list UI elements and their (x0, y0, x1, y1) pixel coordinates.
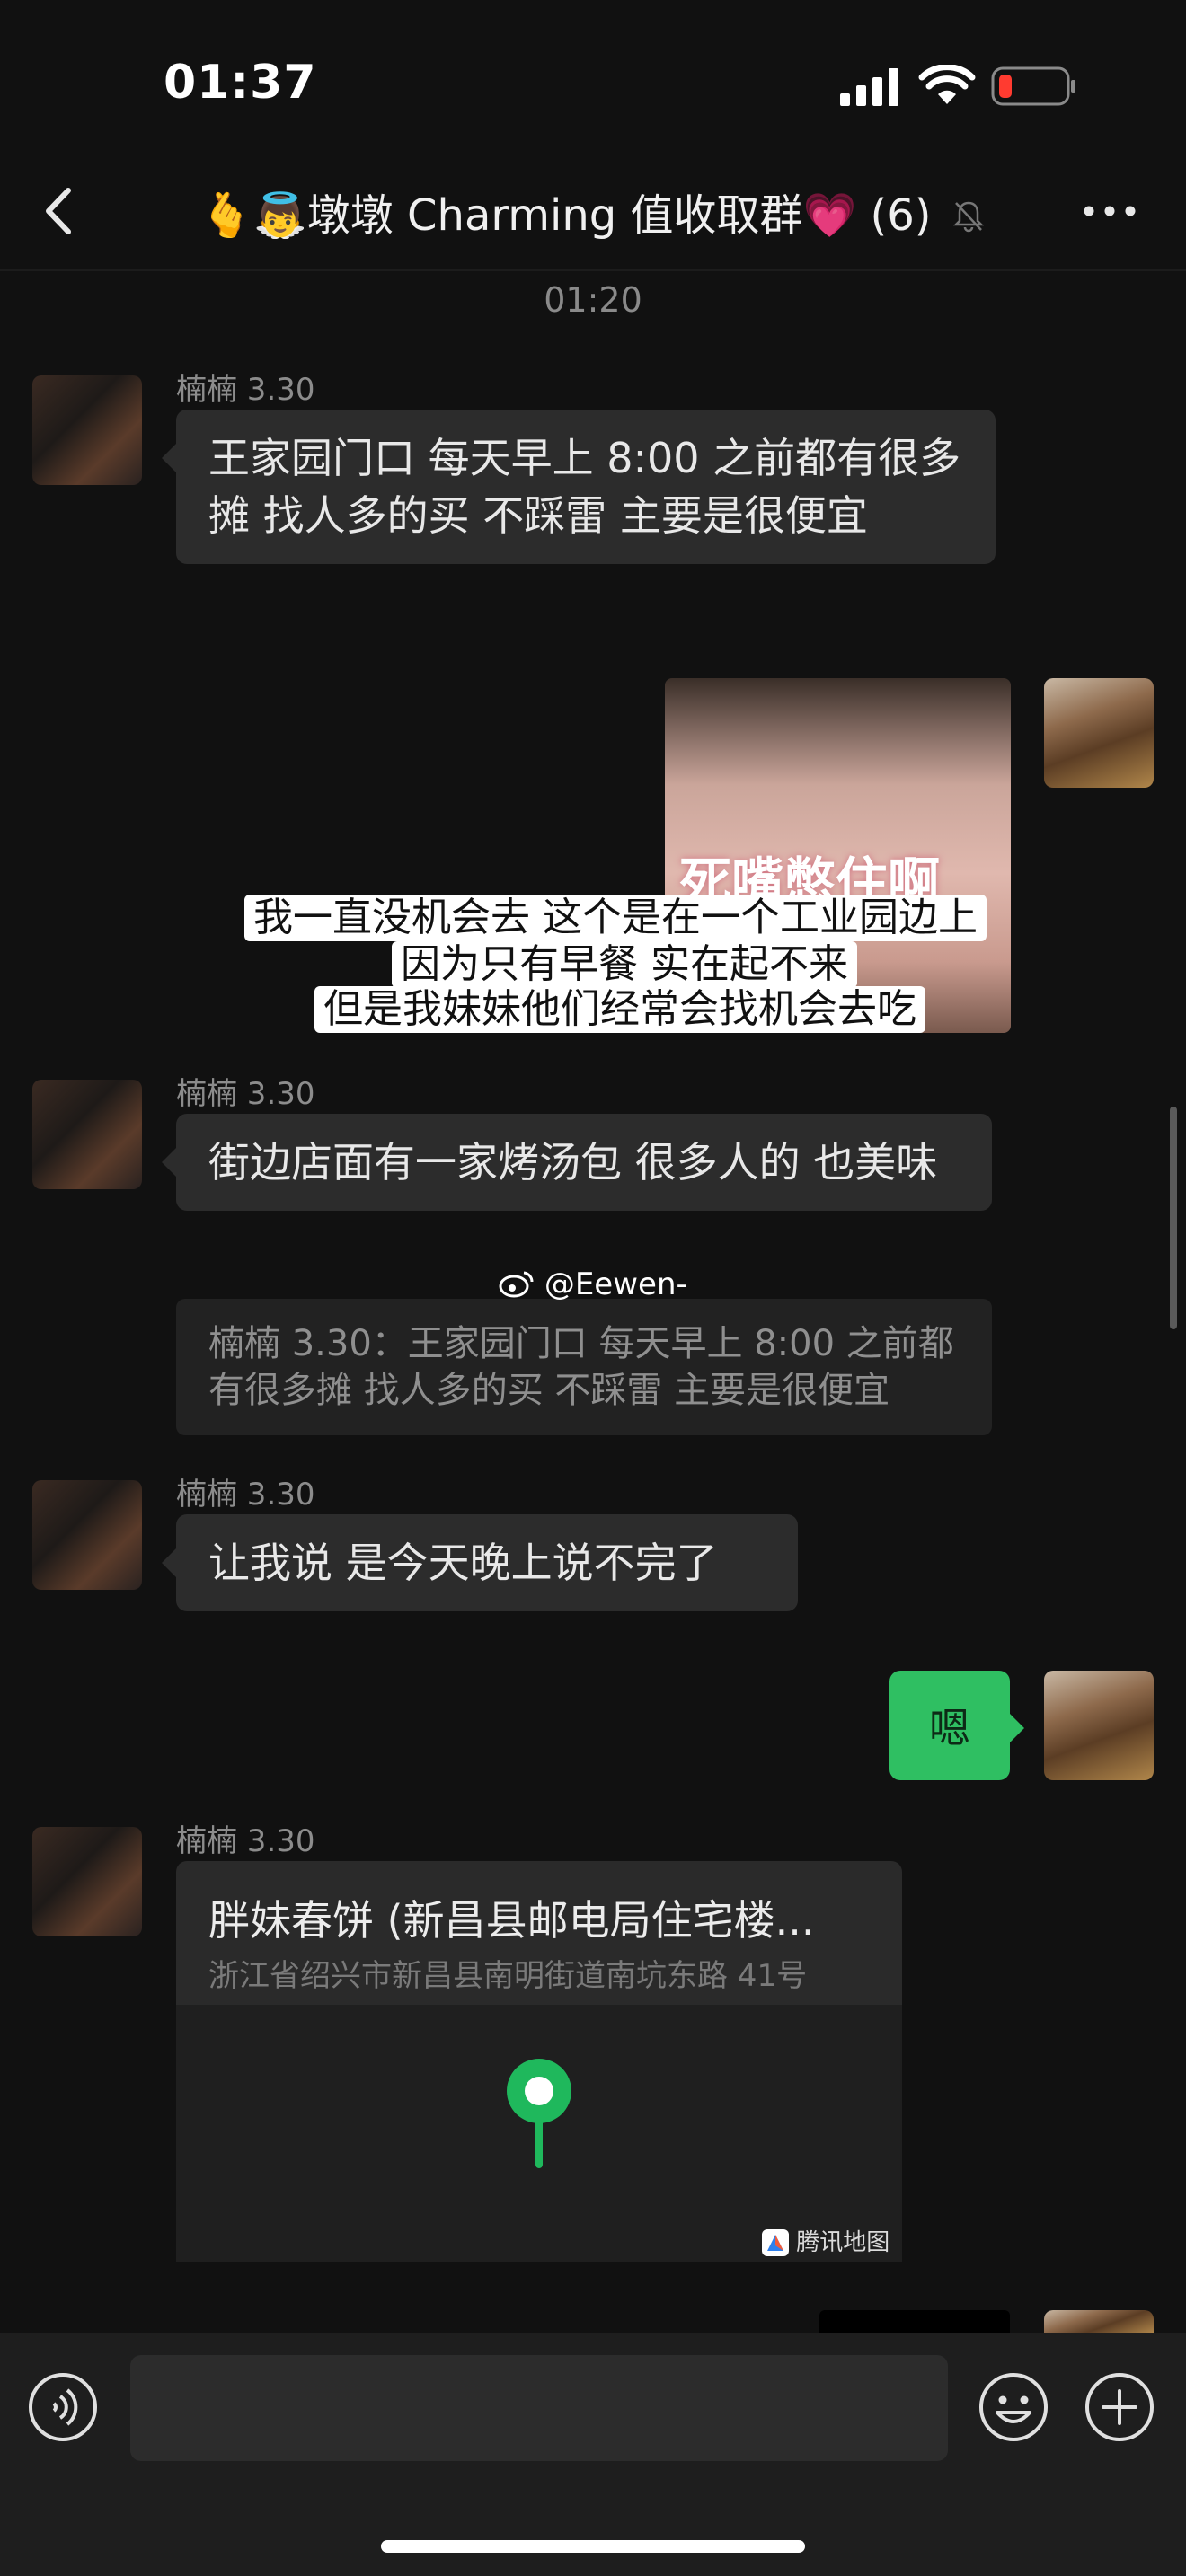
location-name: 胖妹春饼 (新昌县邮电局住宅楼... (208, 1896, 815, 1945)
more-options-icon[interactable] (1078, 184, 1141, 238)
emoji-icon[interactable] (978, 2371, 1049, 2443)
chat-title[interactable]: 🫰👼墩墩 Charming 值收取群💗 (6) (0, 180, 1186, 243)
status-time: 01:37 (164, 56, 317, 110)
avatar[interactable] (32, 1827, 142, 1936)
map-pin-icon (507, 2059, 571, 2168)
image-caption-line: 我一直没机会去 这个是在一个工业园边上 (244, 895, 987, 941)
avatar[interactable] (32, 375, 142, 485)
map-brand: 腾讯地图 (762, 2224, 890, 2257)
message-bubble[interactable]: 让我说 是今天晚上说不完了 (162, 1514, 798, 1611)
scrollbar[interactable] (1170, 1107, 1177, 1329)
map-brand-text: 腾讯地图 (796, 2229, 890, 2256)
battery-low-icon (991, 66, 1075, 106)
message-bubble[interactable]: 街边店面有一家烤汤包 很多人的 也美味 (162, 1114, 992, 1211)
message-timestamp: 01:20 (544, 280, 642, 320)
chat-title-text: 🫰👼墩墩 Charming 值收取群💗 (6) (199, 190, 932, 241)
voice-icon[interactable] (27, 2371, 99, 2443)
weibo-icon (499, 1271, 534, 1298)
image-caption-line: 但是我妹妹他们经常会找机会去吃 (314, 986, 925, 1033)
tencent-map-logo-icon (762, 2229, 789, 2256)
image-caption-line: 因为只有早餐 实在起不来 (392, 941, 857, 988)
avatar[interactable] (32, 1480, 142, 1590)
sender-name: 楠楠 3.30 (176, 1823, 315, 1859)
cellular-signal-icon (840, 68, 898, 106)
my-avatar[interactable] (1044, 2310, 1154, 2333)
home-indicator (381, 2540, 805, 2553)
wifi-icon (918, 65, 976, 104)
plus-icon[interactable] (1084, 2371, 1155, 2443)
message-bubble[interactable]: 王家园门口 每天早上 8:00 之前都有很多摊 找人多的买 不踩雷 主要是很便宜 (162, 410, 996, 564)
sender-name: 楠楠 3.30 (176, 1076, 315, 1112)
sender-name: 楠楠 3.30 (176, 1477, 315, 1513)
my-message-bubble[interactable]: 嗯 (890, 1671, 1024, 1780)
avatar[interactable] (32, 1080, 142, 1189)
weibo-watermark: @Eewen- (499, 1266, 687, 1302)
my-avatar[interactable] (1044, 1671, 1154, 1780)
message-input[interactable] (130, 2355, 948, 2461)
watermark-text: @Eewen- (544, 1266, 687, 1302)
sender-name: 楠楠 3.30 (176, 372, 315, 408)
quoted-message[interactable]: 楠楠 3.30：王家园门口 每天早上 8:00 之前都有很多摊 找人多的买 不踩… (176, 1299, 992, 1435)
image-message-thumbnail[interactable] (819, 2310, 1010, 2333)
location-address: 浙江省绍兴市新昌县南明街道南坑东路 41号 (208, 1958, 808, 1994)
my-avatar[interactable] (1044, 678, 1154, 788)
bell-slash-icon (952, 201, 984, 233)
